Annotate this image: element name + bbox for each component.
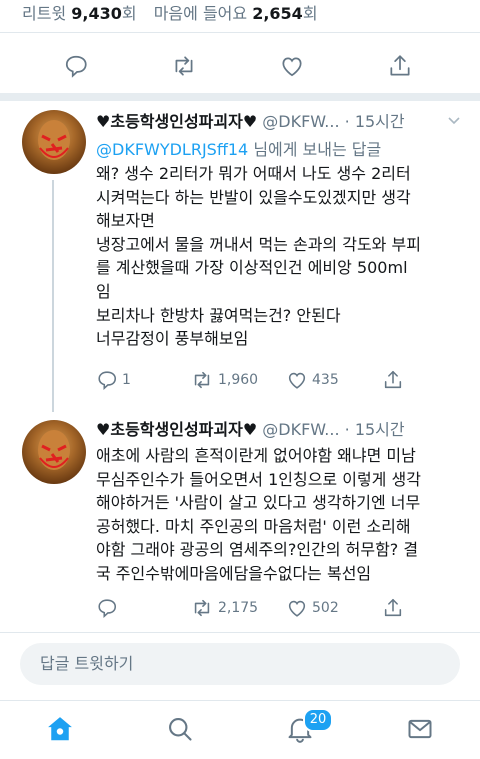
display-name[interactable]: ♥초등학생인성파괴자♥ bbox=[96, 420, 257, 439]
composer-placeholder: 답글 트윗하기 bbox=[40, 654, 134, 673]
share-icon bbox=[384, 598, 402, 617]
retweet-button[interactable]: 1,960 bbox=[190, 369, 258, 391]
like-count: 502 bbox=[312, 600, 339, 616]
avatar-image bbox=[38, 430, 70, 470]
retweets-count[interactable]: 9,430 bbox=[71, 4, 122, 23]
reply-tweet[interactable]: ♥초등학생인성파괴자♥ @DKFW... · 15시간 @DKFWYDLRJSf… bbox=[96, 108, 466, 351]
avatar[interactable] bbox=[22, 420, 86, 484]
like-icon bbox=[288, 372, 306, 389]
user-handle[interactable]: @DKFW... bbox=[262, 420, 339, 439]
reply-context: @DKFWYDLRJSff14 님에게 보내는 답글 bbox=[96, 136, 466, 160]
share-icon bbox=[390, 55, 410, 76]
bottom-tab-bar bbox=[0, 700, 480, 759]
reply-button[interactable] bbox=[58, 51, 94, 81]
retweet-count: 2,175 bbox=[218, 600, 259, 616]
separator-dot: · bbox=[344, 420, 350, 439]
main-tweet-actions bbox=[0, 45, 480, 89]
like-button[interactable]: 435 bbox=[286, 369, 339, 391]
notifications-badge: 20 bbox=[303, 708, 333, 732]
timestamp[interactable]: 15시간 bbox=[355, 420, 405, 439]
likes-label: 마음에 들어요 bbox=[153, 4, 248, 23]
tab-search[interactable] bbox=[162, 711, 198, 747]
search-icon bbox=[169, 718, 192, 741]
home-icon bbox=[48, 717, 72, 741]
share-icon bbox=[384, 370, 402, 389]
share-button[interactable] bbox=[382, 51, 418, 81]
reply-composer-input[interactable]: 답글 트윗하기 bbox=[20, 643, 460, 685]
reply-count: 1 bbox=[122, 372, 131, 388]
display-name[interactable]: ♥초등학생인성파괴자♥ bbox=[96, 112, 257, 131]
divider bbox=[0, 632, 480, 633]
retweet-icon bbox=[194, 599, 210, 617]
retweet-icon bbox=[194, 371, 210, 389]
tweet-header: ♥초등학생인성파괴자♥ @DKFW... · 15시간 bbox=[96, 416, 466, 442]
tweet-text: 애초에 사람의 흔적이란게 없어야함 왜냐면 미남 무심주인수가 들어오면서 1… bbox=[96, 446, 421, 583]
share-button[interactable] bbox=[382, 597, 404, 619]
like-button[interactable]: 502 bbox=[286, 597, 339, 619]
divider bbox=[0, 32, 480, 33]
tweet-stats: 리트윗 9,430회 마음에 들어요 2,654회 bbox=[22, 0, 318, 23]
reply-button[interactable]: 1 bbox=[96, 369, 131, 391]
like-button[interactable] bbox=[274, 51, 310, 81]
reply-icon bbox=[65, 55, 87, 78]
retweets-suffix: 회 bbox=[121, 4, 137, 23]
avatar-image bbox=[38, 120, 70, 160]
chevron-down-icon[interactable] bbox=[446, 112, 462, 128]
likes-count[interactable]: 2,654 bbox=[252, 4, 303, 23]
retweet-icon bbox=[175, 56, 193, 76]
like-count: 435 bbox=[312, 372, 339, 388]
tweet-actions: 2,175 502 bbox=[96, 597, 466, 621]
like-icon bbox=[288, 600, 306, 617]
reply-button[interactable] bbox=[96, 597, 122, 619]
retweet-count: 1,960 bbox=[218, 372, 259, 388]
likes-suffix: 회 bbox=[302, 4, 318, 23]
reply-mention[interactable]: @DKFWYDLRJSff14 bbox=[96, 140, 248, 159]
section-divider bbox=[0, 93, 480, 101]
avatar[interactable] bbox=[22, 110, 86, 174]
tab-messages[interactable] bbox=[402, 711, 438, 747]
user-handle[interactable]: @DKFW... bbox=[262, 112, 339, 131]
separator-dot: · bbox=[344, 112, 350, 131]
retweet-button[interactable] bbox=[166, 51, 202, 81]
reply-icon bbox=[98, 599, 117, 618]
like-icon bbox=[282, 57, 302, 77]
reply-tweet[interactable]: ♥초등학생인성파괴자♥ @DKFW... · 15시간 애초에 사람의 흔적이란… bbox=[96, 416, 466, 586]
reply-icon bbox=[98, 371, 117, 390]
share-button[interactable] bbox=[382, 369, 404, 391]
messages-icon bbox=[408, 719, 432, 739]
retweet-button[interactable]: 2,175 bbox=[190, 597, 258, 619]
tweet-actions: 1 1,960 435 bbox=[96, 369, 466, 393]
reply-suffix: 님에게 보내는 답글 bbox=[253, 140, 382, 159]
tab-home[interactable] bbox=[42, 711, 78, 747]
tweet-text: 왜? 생수 2리터가 뭐가 어때서 나도 생수 2리터 시켜먹는다 하는 반발이… bbox=[96, 164, 421, 349]
thread-line bbox=[52, 180, 54, 412]
retweets-label: 리트윗 bbox=[22, 4, 67, 23]
tweet-header: ♥초등학생인성파괴자♥ @DKFW... · 15시간 bbox=[96, 108, 466, 134]
timestamp[interactable]: 15시간 bbox=[355, 112, 405, 131]
